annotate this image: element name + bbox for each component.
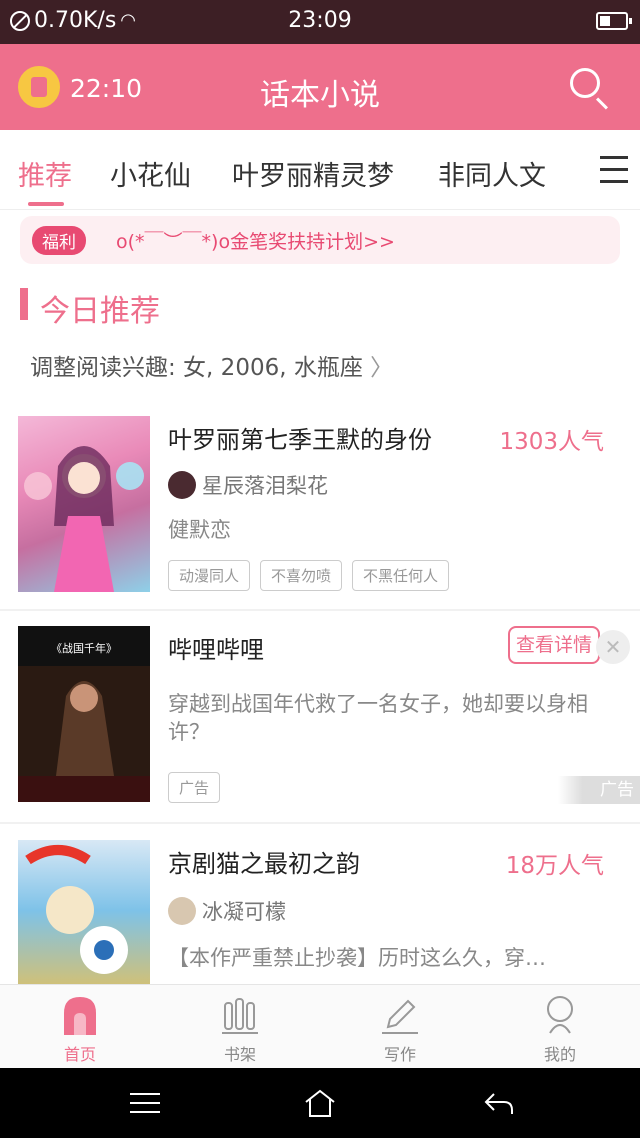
book-item[interactable]: 叶罗丽第七季王默的身份 1303人气 星辰落泪梨花 健默恋 动漫同人 不喜勿喷 … [0, 412, 640, 608]
book-description: 健默恋 [168, 518, 231, 542]
pencil-icon [382, 999, 418, 1034]
book-title: 京剧猫之最初之韵 [168, 850, 360, 878]
promo-banner[interactable]: 福利 o(*￣︶￣*)o金笔奖扶持计划>> [20, 216, 620, 264]
bookshelf-icon [222, 998, 258, 1034]
cover-illustration [24, 446, 144, 592]
section-title: 今日推荐 [40, 294, 160, 329]
book-popularity: 1303人气 [499, 429, 604, 455]
nav-bookshelf[interactable]: 书架 [160, 985, 320, 1069]
chevron-right-icon: 〉 [370, 355, 394, 381]
app-title: 话本小说 [260, 78, 380, 113]
book-title: 叶罗丽第七季王默的身份 [168, 426, 432, 454]
tab-non-fanfic[interactable]: 非同人文 [438, 154, 546, 193]
author-name: 星辰落泪梨花 [202, 474, 328, 498]
bottom-nav: 首页 书架 写作 我的 [0, 984, 640, 1068]
home-button-icon[interactable] [303, 1088, 337, 1118]
home-icon [64, 997, 96, 1035]
avatar [168, 471, 196, 499]
category-tabs: 推荐 小花仙 叶罗丽精灵梦 非同人文 目 [0, 130, 640, 210]
book-author: 星辰落泪梨花 [168, 470, 328, 500]
book-tag: 不黑任何人 [352, 560, 450, 591]
tabs-menu-icon[interactable] [588, 140, 640, 200]
book-description: 【本作严重禁止抄袭】历时这么久，穿… [168, 946, 546, 970]
divider [0, 822, 640, 824]
system-nav-bar [0, 1068, 640, 1138]
book-cover [18, 840, 150, 984]
nav-label: 书架 [223, 1045, 256, 1064]
book-tag: 不喜勿喷 [260, 560, 343, 591]
book-item[interactable]: 京剧猫之最初之韵 18万人气 冰凝可檬 【本作严重禁止抄袭】历时这么久，穿… [0, 826, 640, 984]
adjust-interest-link[interactable]: 调整阅读兴趣: 女, 2006, 水瓶座 〉 [30, 348, 393, 382]
ad-cover-illustration [18, 666, 150, 802]
battery-icon [596, 12, 632, 30]
nav-label: 我的 [543, 1045, 576, 1064]
nav-home[interactable]: 首页 [0, 985, 160, 1069]
nav-write[interactable]: 写作 [320, 985, 480, 1069]
book-author: 冰凝可檬 [168, 896, 286, 926]
nav-label: 写作 [383, 1045, 416, 1064]
active-tab-indicator [28, 202, 64, 206]
tab-yeluoli[interactable]: 叶罗丽精灵梦 [232, 154, 394, 193]
ad-description: 穿越到战国年代救了一名女子，她却要以身相许？ [168, 692, 588, 744]
interest-text: 调整阅读兴趣: 女, 2006, 水瓶座 [30, 355, 363, 381]
profile-icon [547, 996, 573, 1034]
nav-label: 首页 [63, 1045, 96, 1064]
close-icon[interactable]: ✕ [596, 630, 630, 664]
app-header: 22:10 话本小说 [0, 44, 640, 130]
ad-title: 哔哩哔哩 [168, 636, 264, 664]
nav-profile[interactable]: 我的 [480, 985, 640, 1069]
clock: 23:09 [288, 8, 352, 33]
book-popularity: 18万人气 [505, 853, 604, 879]
ad-tags: 广告 [168, 772, 221, 803]
tab-recommend[interactable]: 推荐 [18, 154, 72, 193]
author-name: 冰凝可檬 [202, 900, 286, 924]
book-tags: 动漫同人 不喜勿喷 不黑任何人 [168, 560, 450, 591]
back-icon[interactable] [482, 1088, 516, 1118]
view-details-button[interactable]: 查看详情 [508, 626, 600, 664]
book-tag: 动漫同人 [168, 560, 251, 591]
section-accent-bar [20, 288, 28, 320]
ad-item[interactable]: 《战国千年》 哔哩哔哩 查看详情 ✕ 穿越到战国年代救了一名女子，她却要以身相许… [0, 612, 640, 822]
avatar [168, 897, 196, 925]
menu-icon[interactable] [128, 1088, 162, 1118]
search-icon[interactable] [570, 68, 600, 98]
promo-text: o(*￣︶￣*)o金笔奖扶持计划>> [116, 231, 395, 253]
ad-mark: 广告 [558, 776, 640, 804]
ad-tag: 广告 [168, 772, 221, 803]
ad-cover: 《战国千年》 [18, 626, 150, 802]
book-cover [18, 416, 150, 592]
tab-xiaohuaxian[interactable]: 小花仙 [110, 154, 191, 193]
status-bar: 0.70K/s ◠ 23:09 [0, 0, 640, 44]
cover-illustration [25, 845, 128, 974]
divider [0, 609, 640, 611]
promo-badge: 福利 [32, 226, 86, 255]
